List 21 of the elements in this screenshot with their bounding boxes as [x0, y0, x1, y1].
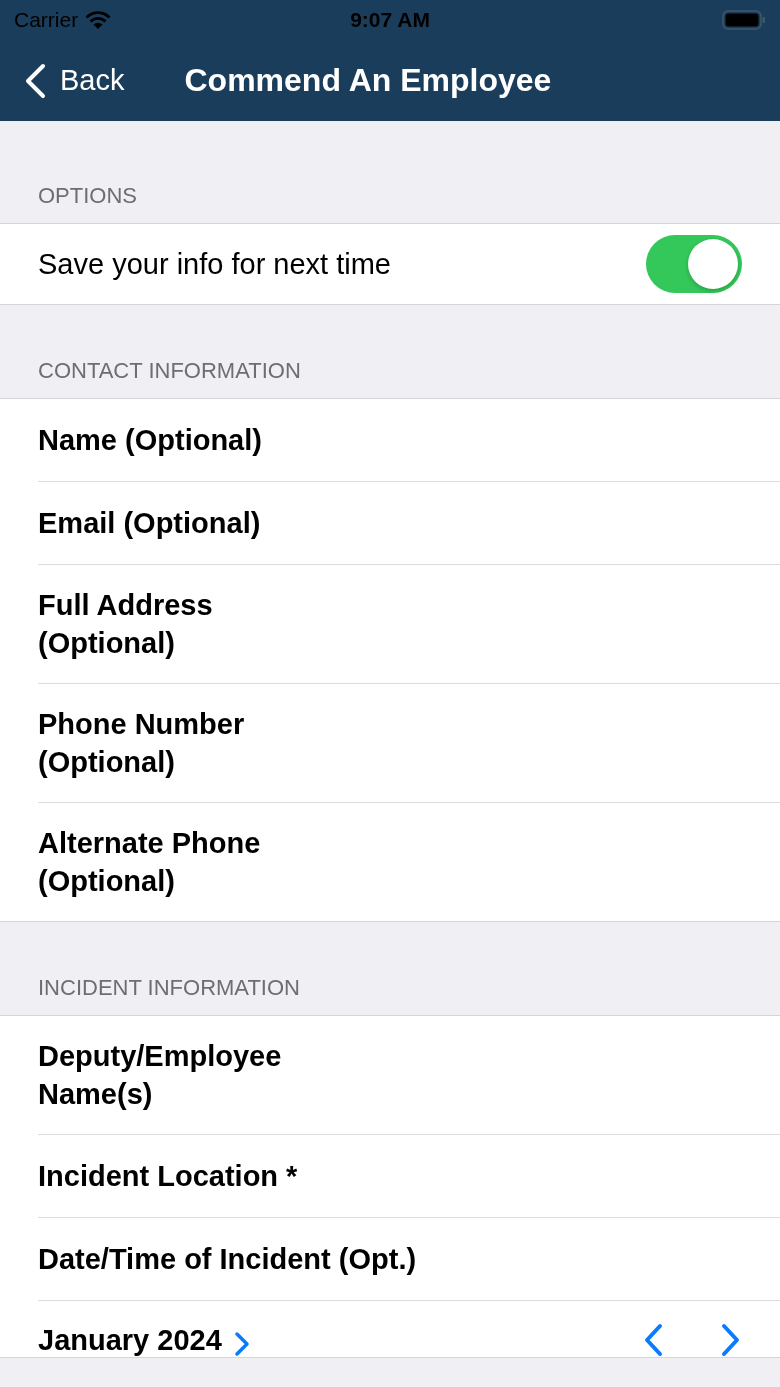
input-field[interactable]: Email (Optional): [38, 482, 780, 565]
input-field[interactable]: Alternate Phone (Optional): [38, 803, 780, 921]
battery-icon: [722, 10, 766, 30]
previous-month-icon[interactable]: [642, 1323, 664, 1357]
month-label: January 2024: [38, 1323, 222, 1357]
toggle-switch[interactable]: [646, 235, 742, 293]
input-field[interactable]: Incident Location *: [38, 1135, 780, 1218]
input-field[interactable]: Name (Optional): [38, 399, 780, 482]
wifi-icon: [84, 10, 113, 30]
screen-title: Commend An Employee: [184, 62, 552, 99]
back-chevron-icon: [24, 62, 46, 99]
toggle-label: Save your info for next time: [38, 247, 391, 282]
next-month-icon[interactable]: [720, 1323, 742, 1357]
carrier-label: Carrier: [14, 8, 79, 32]
status-time: 9:07 AM: [350, 8, 430, 31]
input-field[interactable]: Deputy/Employee Name(s): [38, 1016, 780, 1135]
chevron-right-icon[interactable]: [233, 1331, 250, 1357]
back-button[interactable]: Back: [24, 62, 125, 99]
input-field[interactable]: Phone Number (Optional): [38, 684, 780, 803]
input-field[interactable]: Full Address (Optional): [38, 565, 780, 684]
input-field[interactable]: Date/Time of Incident (Opt.): [38, 1218, 780, 1301]
